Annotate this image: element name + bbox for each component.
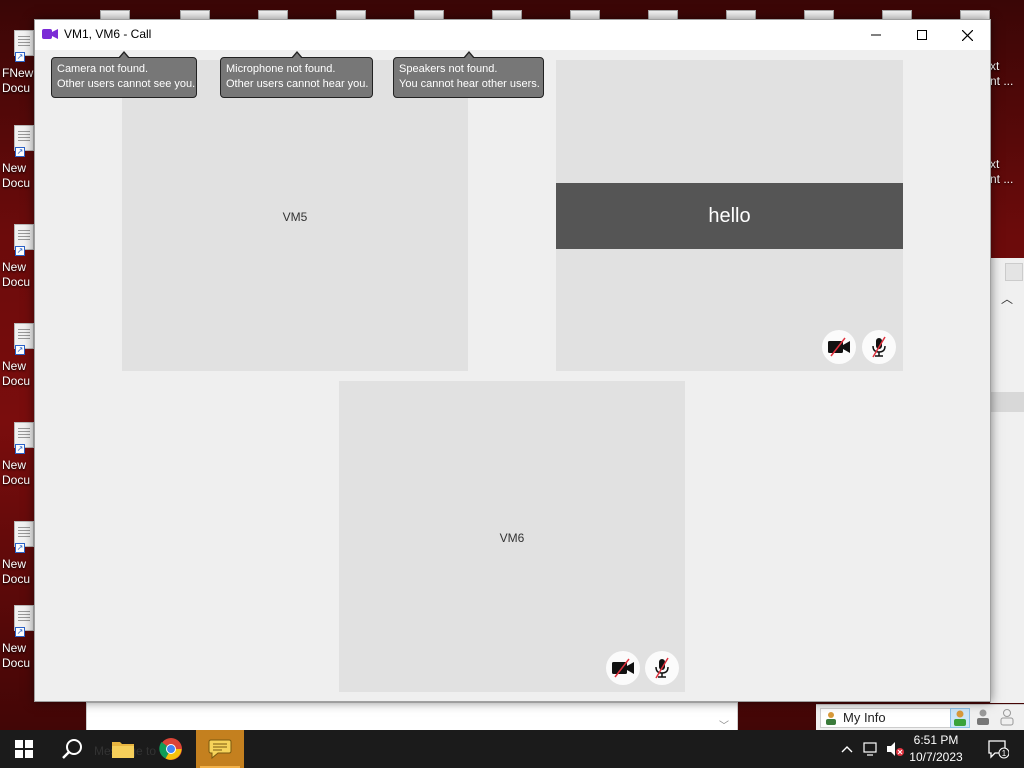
microphone-off-button[interactable]	[862, 330, 896, 364]
minimize-button[interactable]	[853, 20, 899, 50]
shortcut-arrow-icon: ↗	[15, 52, 25, 62]
desktop-shortcut[interactable]: ↗ New Docu	[2, 521, 38, 611]
shortcut-arrow-icon: ↗	[15, 444, 25, 454]
network-icon	[863, 742, 877, 756]
windows-icon	[15, 740, 33, 758]
title-bar[interactable]: VM1, VM6 - Call	[35, 20, 990, 50]
microphone-off-button[interactable]	[645, 651, 679, 685]
desktop-shortcut[interactable]: ↗ New Docu	[2, 422, 38, 512]
clock[interactable]: 6:51 PM 10/7/2023	[906, 732, 966, 766]
microphone-off-icon	[655, 657, 669, 679]
desktop-shortcut-label[interactable]: xt nt ...	[990, 59, 1013, 89]
call-window: VM1, VM6 - Call VM5 hello VM6 Camera not…	[34, 19, 991, 702]
taskbar-chat-app[interactable]	[196, 730, 244, 768]
window-title: VM1, VM6 - Call	[64, 27, 152, 41]
desktop-shortcut[interactable]: ↗ New Docu	[2, 605, 38, 695]
my-info-field[interactable]: My Info	[820, 708, 956, 728]
shortcut-arrow-icon: ↗	[15, 543, 25, 553]
action-center-button[interactable]: 1	[978, 730, 1018, 768]
caption-banner: hello	[556, 183, 903, 249]
microphone-off-icon	[872, 336, 886, 358]
camera-off-button[interactable]	[822, 330, 856, 364]
search-button[interactable]	[48, 730, 96, 768]
desktop-shortcut[interactable]: ↗ New Docu	[2, 125, 38, 215]
network-button[interactable]	[860, 730, 882, 768]
show-hidden-icons-button[interactable]	[836, 730, 858, 768]
taskbar-file-explorer[interactable]	[100, 730, 146, 768]
microphone-not-found-tooltip: Microphone not found. Other users cannot…	[220, 51, 373, 98]
clock-date: 10/7/2023	[909, 750, 963, 764]
notification-count: 1	[1002, 749, 1007, 758]
shortcut-arrow-icon: ↗	[15, 246, 25, 256]
desktop-shortcut[interactable]: ↗ FNew Docu	[2, 30, 38, 120]
background-message-box[interactable]: ﹀	[86, 702, 738, 732]
user-icon	[824, 711, 838, 730]
close-icon	[961, 29, 973, 41]
my-info-label: My Info	[843, 710, 886, 725]
volume-muted-icon	[887, 742, 904, 756]
status-online-button[interactable]	[950, 708, 970, 728]
chevron-up-icon[interactable]: ︿	[1001, 290, 1013, 307]
shortcut-arrow-icon: ↗	[15, 627, 25, 637]
participant-name: VM6	[499, 531, 525, 545]
video-camera-icon	[42, 28, 58, 43]
desktop-shortcut-label[interactable]: xt nt ...	[990, 157, 1013, 187]
volume-button[interactable]	[884, 730, 906, 768]
background-window-right: ︿	[990, 258, 1024, 703]
taskbar-chrome[interactable]	[148, 730, 194, 768]
maximize-icon	[917, 30, 927, 40]
desktop-top-icons	[40, 0, 1024, 22]
maximize-button[interactable]	[899, 20, 945, 50]
participant-tile-self[interactable]: hello	[556, 60, 903, 371]
status-away-button[interactable]	[974, 708, 994, 728]
camera-not-found-tooltip: Camera not found. Other users cannot see…	[51, 51, 197, 98]
close-button[interactable]	[944, 20, 990, 50]
chat-bubble-icon	[208, 739, 232, 760]
camera-off-icon	[612, 658, 634, 678]
participant-tile-vm5[interactable]: VM5	[122, 60, 468, 371]
desktop-shortcut[interactable]: ↗ New Docu	[2, 323, 38, 413]
camera-off-icon	[828, 337, 850, 357]
desktop-shortcut[interactable]: ↗ New Docu	[2, 224, 38, 314]
background-window-control[interactable]	[1005, 263, 1023, 281]
start-button[interactable]	[0, 730, 48, 768]
clock-time: 6:51 PM	[913, 733, 959, 747]
chrome-icon	[159, 738, 182, 760]
notification-icon: 1	[988, 740, 1009, 759]
folder-icon	[112, 742, 134, 758]
participant-name: VM5	[282, 210, 308, 224]
shortcut-arrow-icon: ↗	[15, 147, 25, 157]
shortcut-arrow-icon: ↗	[15, 345, 25, 355]
camera-off-button[interactable]	[606, 651, 640, 685]
speakers-not-found-tooltip: Speakers not found. You cannot hear othe…	[393, 51, 544, 98]
chevron-up-icon	[841, 746, 853, 753]
messenger-status-bar: My Info	[816, 704, 1024, 730]
status-offline-button[interactable]	[998, 708, 1018, 728]
background-selected-row[interactable]	[991, 392, 1024, 412]
taskbar: Message to 6:51 PM 10/	[0, 730, 1024, 768]
search-icon	[62, 739, 82, 759]
participant-tile-vm6[interactable]: VM6	[339, 381, 685, 692]
minimize-icon	[871, 34, 881, 36]
